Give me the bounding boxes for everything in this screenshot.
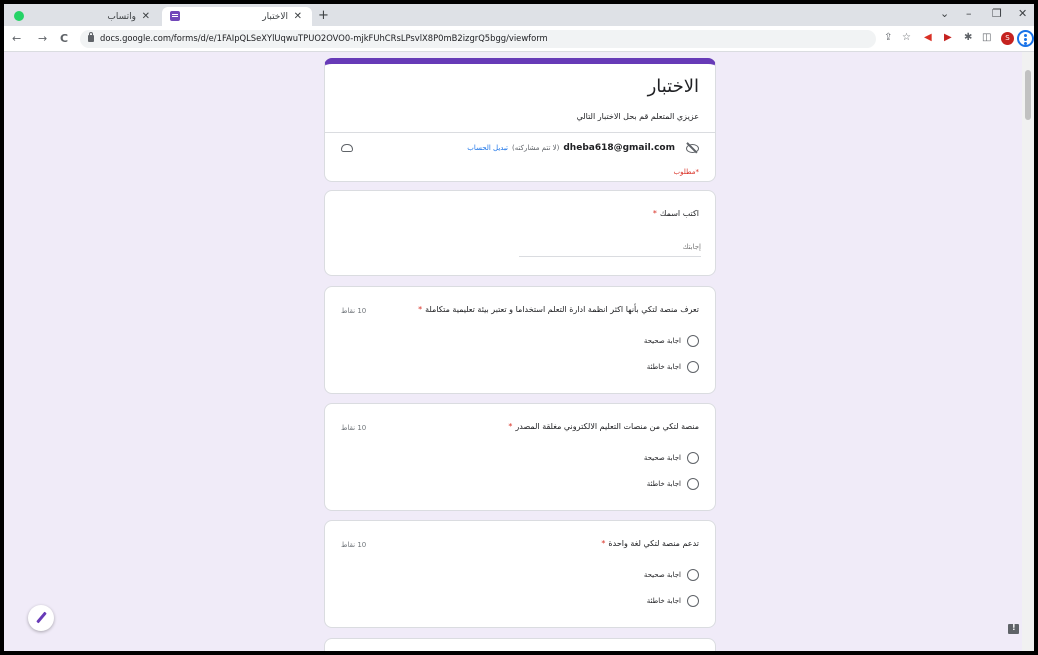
tab-quiz[interactable]: الاختبار ✕ — [162, 7, 312, 26]
switch-account-link[interactable]: تبديل الحساب — [467, 144, 508, 152]
form-description: عزيزي المتعلم قم بحل الاختبار التالي — [576, 112, 699, 121]
question-text: تدعم منصة لتكي لغة واحدة — [608, 539, 699, 548]
bookmark-star-icon[interactable]: ☆ — [902, 32, 911, 43]
reload-button[interactable]: C — [60, 32, 68, 45]
form-header-card: الاختبار عزيزي المتعلم قم بحل الاختبار ا… — [324, 58, 716, 182]
required-asterisk: * — [601, 539, 606, 548]
question-card-3: تدعم منصة لتكي لغة واحدة* 10 نقاط اجابة … — [324, 520, 716, 628]
question-text: اكتب اسمك — [659, 209, 699, 218]
url-text: docs.google.com/forms/d/e/1FAIpQLSeXYlUq… — [100, 33, 548, 43]
address-bar[interactable]: docs.google.com/forms/d/e/1FAIpQLSeXYlUq… — [80, 30, 876, 48]
tab-search-icon[interactable]: ⌄ — [940, 7, 949, 20]
tab-close-icon[interactable]: ✕ — [142, 11, 150, 22]
points-label: 10 نقاط — [341, 424, 367, 432]
account-email: dheba618@gmail.com — [563, 143, 675, 153]
google-forms-icon — [170, 11, 180, 21]
name-question-card: اكتب اسمك* — [324, 190, 716, 276]
question-card-next — [324, 638, 716, 651]
visibility-off-icon — [685, 142, 699, 154]
option-correct[interactable]: اجابة صحيحة — [644, 335, 699, 347]
required-asterisk: * — [508, 422, 513, 431]
radio-button[interactable] — [687, 478, 699, 490]
divider — [325, 132, 715, 133]
question-label: تعرف منصة لتكي بأنها اكثر انظمة ادارة ال… — [418, 305, 699, 314]
required-asterisk: * — [652, 209, 657, 218]
cloud-saved-icon — [341, 144, 353, 152]
profile-avatar[interactable]: S — [1001, 32, 1014, 45]
scrollbar-thumb[interactable] — [1025, 70, 1031, 120]
restore-button[interactable]: ❐ — [992, 7, 1002, 20]
side-panel-icon[interactable]: ◫ — [982, 32, 991, 43]
share-icon[interactable]: ⇪ — [884, 32, 892, 43]
radio-button[interactable] — [687, 361, 699, 373]
forward-button[interactable]: → — [38, 32, 47, 45]
option-correct[interactable]: اجابة صحيحة — [644, 452, 699, 464]
tab-close-icon[interactable]: ✕ — [294, 11, 302, 22]
page-scrollbar[interactable] — [1022, 52, 1034, 651]
browser-menu-icon[interactable] — [1017, 30, 1034, 47]
back-button[interactable]: ← — [12, 32, 21, 45]
question-label: اكتب اسمك* — [653, 209, 699, 218]
question-label: منصة لتكي من منصات التعليم الالكتروني مغ… — [508, 422, 699, 431]
account-row: dheba618@gmail.com (لا تتم مشاركته) تبدي… — [467, 142, 699, 154]
report-feedback-icon[interactable] — [1008, 623, 1019, 634]
browser-window: واتساب ✕ الاختبار ✕ + ⌄ – ❐ ✕ ← → C docs… — [4, 4, 1034, 651]
new-tab-button[interactable]: + — [318, 8, 329, 23]
option-label: اجابة خاطئة — [646, 480, 681, 488]
tab-whatsapp[interactable]: واتساب ✕ — [10, 7, 160, 26]
name-input[interactable] — [519, 237, 701, 257]
tab-title: الاختبار — [262, 11, 288, 22]
tab-strip: واتساب ✕ الاختبار ✕ + ⌄ – ❐ ✕ — [4, 4, 1034, 26]
radio-button[interactable] — [687, 569, 699, 581]
extension-flag-icon[interactable]: ▶ — [944, 32, 952, 43]
radio-button[interactable] — [687, 595, 699, 607]
option-label: اجابة صحيحة — [643, 454, 681, 462]
question-text: تعرف منصة لتكي بأنها اكثر انظمة ادارة ال… — [425, 305, 699, 314]
question-text: منصة لتكي من منصات التعليم الالكتروني مغ… — [515, 422, 699, 431]
close-window-button[interactable]: ✕ — [1018, 7, 1027, 20]
question-card-1: تعرف منصة لتكي بأنها اكثر انظمة ادارة ال… — [324, 286, 716, 394]
option-wrong[interactable]: اجابة خاطئة — [647, 361, 699, 373]
option-label: اجابة صحيحة — [643, 337, 681, 345]
tab-title: واتساب — [107, 11, 136, 22]
option-label: اجابة صحيحة — [643, 571, 681, 579]
extension-megaphone-icon[interactable]: ◀ — [924, 32, 932, 43]
lock-icon — [88, 32, 94, 42]
radio-button[interactable] — [687, 335, 699, 347]
option-wrong[interactable]: اجابة خاطئة — [647, 595, 699, 607]
points-label: 10 نقاط — [341, 541, 367, 549]
radio-button[interactable] — [687, 452, 699, 464]
question-card-2: منصة لتكي من منصات التعليم الالكتروني مغ… — [324, 403, 716, 511]
required-asterisk: * — [418, 305, 423, 314]
points-label: 10 نقاط — [341, 307, 367, 315]
question-label: تدعم منصة لتكي لغة واحدة* — [601, 539, 699, 548]
option-wrong[interactable]: اجابة خاطئة — [647, 478, 699, 490]
option-correct[interactable]: اجابة صحيحة — [644, 569, 699, 581]
browser-toolbar: ← → C docs.google.com/forms/d/e/1FAIpQLS… — [4, 26, 1034, 52]
edit-pencil-icon[interactable] — [28, 605, 54, 631]
minimize-button[interactable]: – — [966, 7, 972, 20]
extensions-puzzle-icon[interactable]: ✱ — [964, 32, 972, 43]
option-label: اجابة خاطئة — [646, 363, 681, 371]
not-shared-note: (لا تتم مشاركته) — [512, 144, 560, 152]
form-title: الاختبار — [647, 76, 699, 97]
whatsapp-icon — [14, 11, 24, 21]
option-label: اجابة خاطئة — [646, 597, 681, 605]
required-note: *مطلوب — [673, 168, 699, 176]
